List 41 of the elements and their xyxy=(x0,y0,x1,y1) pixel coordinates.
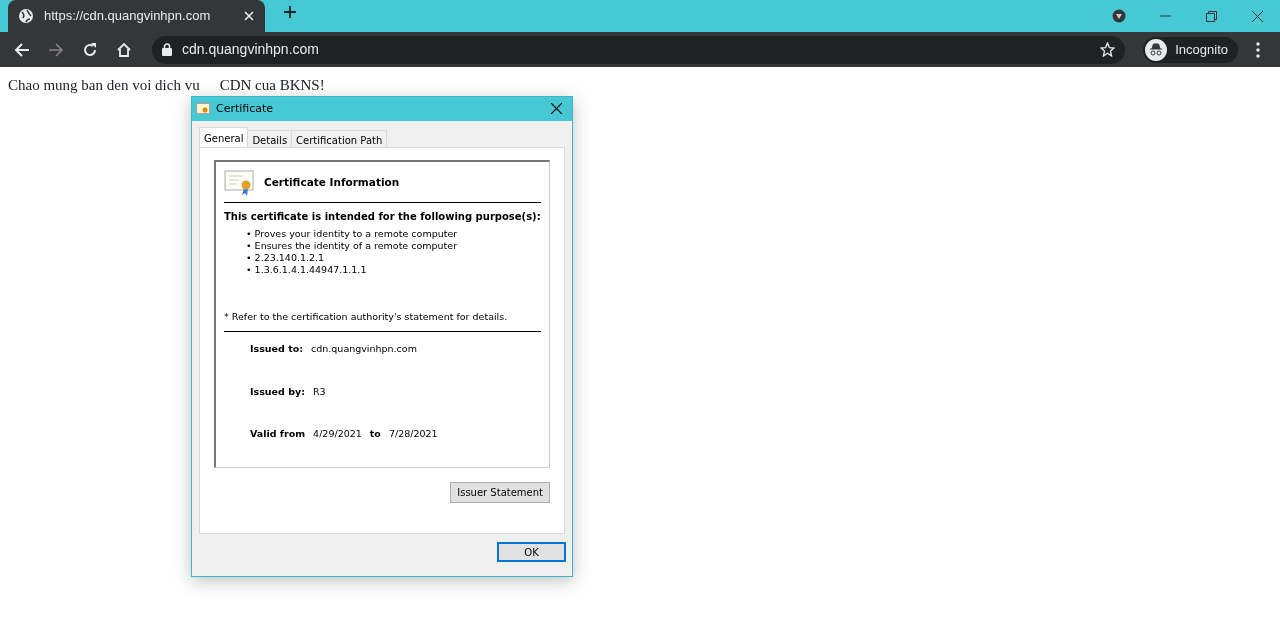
incognito-icon xyxy=(1145,38,1168,61)
field-label: Valid from xyxy=(250,426,306,441)
menu-icon xyxy=(1256,41,1260,58)
close-icon[interactable] xyxy=(1251,10,1263,22)
reload-icon xyxy=(82,41,98,58)
close-icon xyxy=(551,103,562,115)
field-value: 4/29/2021 xyxy=(313,426,362,441)
field-value: cdn.quangvinhpn.com xyxy=(311,342,417,357)
browser-tab[interactable]: https://cdn.quangvinhpn.com xyxy=(8,0,265,32)
field-value: 7/28/2021 xyxy=(388,426,438,441)
purpose-item: • 2.23.140.1.2.1 xyxy=(246,252,326,264)
field-label: Issued by: xyxy=(250,384,305,399)
dialog-title: Certificate xyxy=(216,100,274,117)
dialog-tab[interactable]: General xyxy=(199,127,249,147)
field-label: to xyxy=(369,426,381,441)
ok-button[interactable]: OK xyxy=(497,542,566,562)
purpose-item: • 1.3.6.1.4.1.44947.1.1.1 xyxy=(246,264,368,276)
globe-icon xyxy=(18,8,34,24)
purpose-item: • Ensures the identity of a remote computer xyxy=(246,240,459,252)
restore-icon[interactable] xyxy=(1205,10,1217,22)
home-icon xyxy=(116,41,132,58)
star-icon[interactable] xyxy=(1100,42,1116,57)
purpose-heading: This certificate is intended for the following purpose(s): xyxy=(224,210,541,224)
dialog-tab[interactable]: Details xyxy=(247,130,293,147)
plus-icon xyxy=(283,5,297,20)
certificate-icon xyxy=(196,103,210,115)
back-icon xyxy=(14,41,30,58)
issuer-statement-button[interactable]: Issuer Statement xyxy=(450,482,550,503)
profile-button[interactable]: Incognito xyxy=(1143,36,1238,63)
field-value: R3 xyxy=(312,384,326,399)
page-text: CDN cua BKNS! xyxy=(219,76,325,95)
forward-icon xyxy=(48,41,64,58)
address-bar[interactable]: cdn.quangvinhpn.com xyxy=(152,35,1126,64)
page-text: Chao mung ban den voi dich vu xyxy=(8,76,200,95)
info-heading: Certificate Information xyxy=(264,175,400,191)
purpose-item: • Proves your identity to a remote computer xyxy=(246,228,459,240)
dialog-tab[interactable]: Certification Path xyxy=(291,130,388,147)
field-label: Issued to: xyxy=(250,342,304,357)
footnote-text: * Refer to the certification authority's statement for details. xyxy=(224,310,541,333)
lock-icon xyxy=(162,43,172,56)
certificate-icon xyxy=(224,170,254,196)
